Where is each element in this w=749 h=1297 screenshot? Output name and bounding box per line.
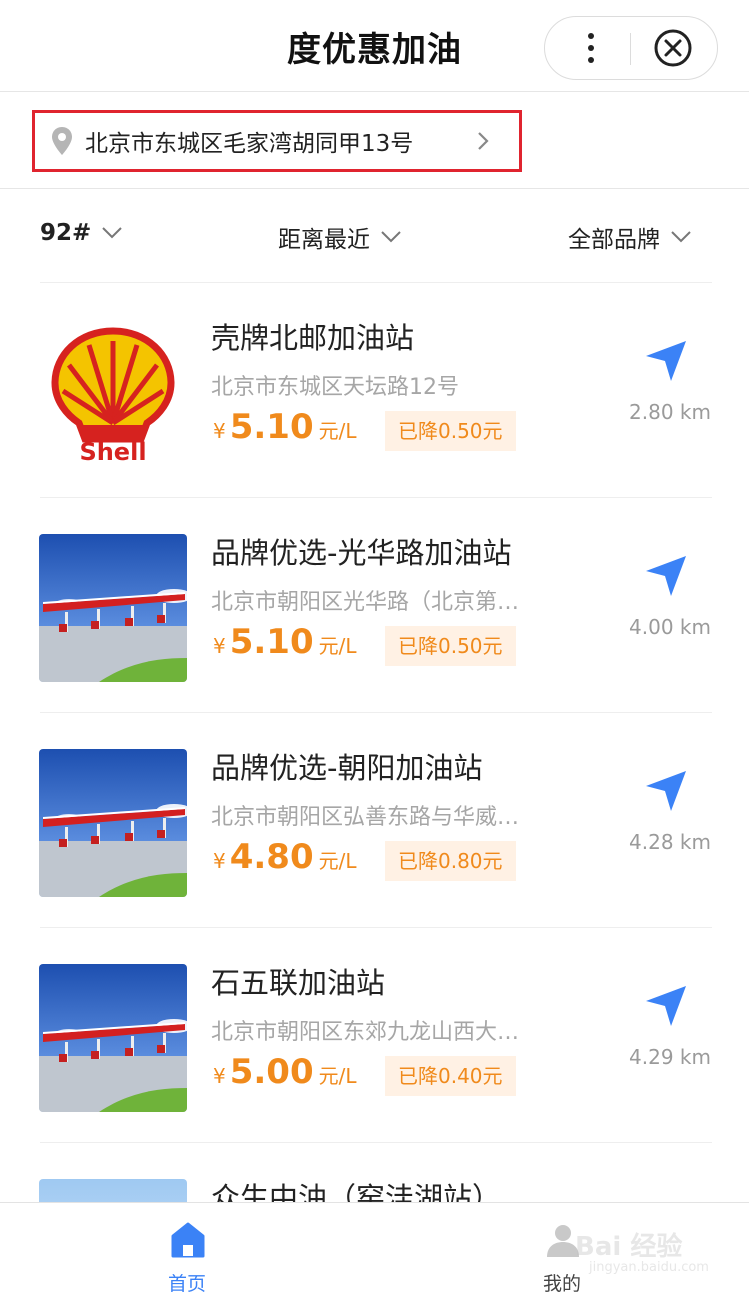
station-address: 北京市东城区天坛路12号 bbox=[211, 375, 459, 400]
sort-label: 距离最近 bbox=[278, 227, 370, 253]
navigate-icon[interactable] bbox=[644, 769, 688, 813]
chevron-down-icon bbox=[102, 227, 122, 239]
station-distance: 2.80 km bbox=[629, 400, 711, 424]
price-value: 4.80 bbox=[229, 837, 314, 877]
baidu-jingyan-watermark: Bai 经验 jingyan.baidu.com bbox=[575, 1232, 709, 1275]
station-name: 品牌优选-朝阳加油站 bbox=[211, 751, 483, 785]
station-item[interactable]: Shell 壳牌北邮加油站 北京市东城区天坛路12号 ¥ 5.10 元/L 已降… bbox=[0, 283, 749, 498]
discount-badge: 已降0.80元 bbox=[385, 841, 516, 881]
price-value: 5.10 bbox=[229, 622, 314, 662]
station-distance: 4.29 km bbox=[629, 1045, 711, 1069]
close-icon[interactable] bbox=[653, 28, 693, 68]
sort-filter[interactable]: 距离最近 bbox=[278, 220, 402, 254]
mini-program-capsule bbox=[544, 16, 718, 80]
tab-home[interactable]: 首页 bbox=[112, 1203, 262, 1297]
home-icon bbox=[171, 1222, 205, 1258]
discount-badge: 已降0.50元 bbox=[385, 626, 516, 666]
shell-logo: Shell bbox=[39, 319, 187, 467]
station-item[interactable]: 品牌优选-光华路加油站 北京市朝阳区光华路（北京第… ¥ 5.10 元/L 已降… bbox=[0, 498, 749, 713]
gas-station-photo bbox=[39, 749, 187, 897]
fuel-type-label: 92# bbox=[40, 220, 92, 246]
station-address: 北京市朝阳区光华路（北京第… bbox=[211, 590, 520, 615]
location-bar: 北京市东城区毛家湾胡同甲13号 bbox=[0, 93, 749, 189]
location-selector[interactable]: 北京市东城区毛家湾胡同甲13号 bbox=[32, 110, 522, 172]
station-address: 北京市朝阳区弘善东路与华威… bbox=[211, 805, 520, 830]
location-pin-icon bbox=[52, 127, 72, 155]
station-price: ¥ 4.80 元/L bbox=[213, 837, 357, 877]
gas-station-photo bbox=[39, 534, 187, 682]
station-price: ¥ 5.00 元/L bbox=[213, 1052, 357, 1092]
station-price: ¥ 5.10 元/L bbox=[213, 622, 357, 662]
filter-bar: 92# 距离最近 全部品牌 bbox=[0, 190, 749, 282]
navigate-icon[interactable] bbox=[644, 339, 688, 383]
price-value: 5.00 bbox=[229, 1052, 314, 1092]
tab-home-label: 首页 bbox=[167, 1273, 206, 1295]
capsule-divider bbox=[630, 33, 631, 65]
svg-text:Shell: Shell bbox=[79, 438, 146, 466]
station-name: 石五联加油站 bbox=[211, 966, 386, 1000]
station-item[interactable]: 品牌优选-朝阳加油站 北京市朝阳区弘善东路与华威… ¥ 4.80 元/L 已降0… bbox=[0, 713, 749, 928]
gas-station-photo bbox=[39, 964, 187, 1112]
station-item[interactable]: 石五联加油站 北京市朝阳区东郊九龙山西大… ¥ 5.00 元/L 已降0.40元… bbox=[0, 928, 749, 1143]
station-distance: 4.00 km bbox=[629, 615, 711, 639]
navigate-icon[interactable] bbox=[644, 984, 688, 1028]
discount-badge: 已降0.50元 bbox=[385, 411, 516, 451]
station-name: 品牌优选-光华路加油站 bbox=[211, 536, 512, 570]
station-price: ¥ 5.10 元/L bbox=[213, 407, 357, 447]
brand-label: 全部品牌 bbox=[568, 227, 660, 253]
station-distance: 4.28 km bbox=[629, 830, 711, 854]
station-address: 北京市朝阳区东郊九龙山西大… bbox=[211, 1020, 520, 1045]
chevron-down-icon bbox=[671, 231, 691, 243]
price-value: 5.10 bbox=[229, 407, 314, 447]
brand-filter[interactable]: 全部品牌 bbox=[568, 220, 692, 254]
more-menu-button[interactable] bbox=[565, 17, 617, 79]
fuel-type-filter[interactable]: 92# bbox=[40, 220, 123, 246]
discount-badge: 已降0.40元 bbox=[385, 1056, 516, 1096]
title-bar: 度优惠加油 bbox=[0, 0, 749, 92]
navigate-icon[interactable] bbox=[644, 554, 688, 598]
current-address: 北京市东城区毛家湾胡同甲13号 bbox=[85, 131, 414, 157]
chevron-down-icon bbox=[381, 231, 401, 243]
station-name: 壳牌北邮加油站 bbox=[211, 321, 415, 355]
chevron-right-icon bbox=[478, 132, 489, 150]
